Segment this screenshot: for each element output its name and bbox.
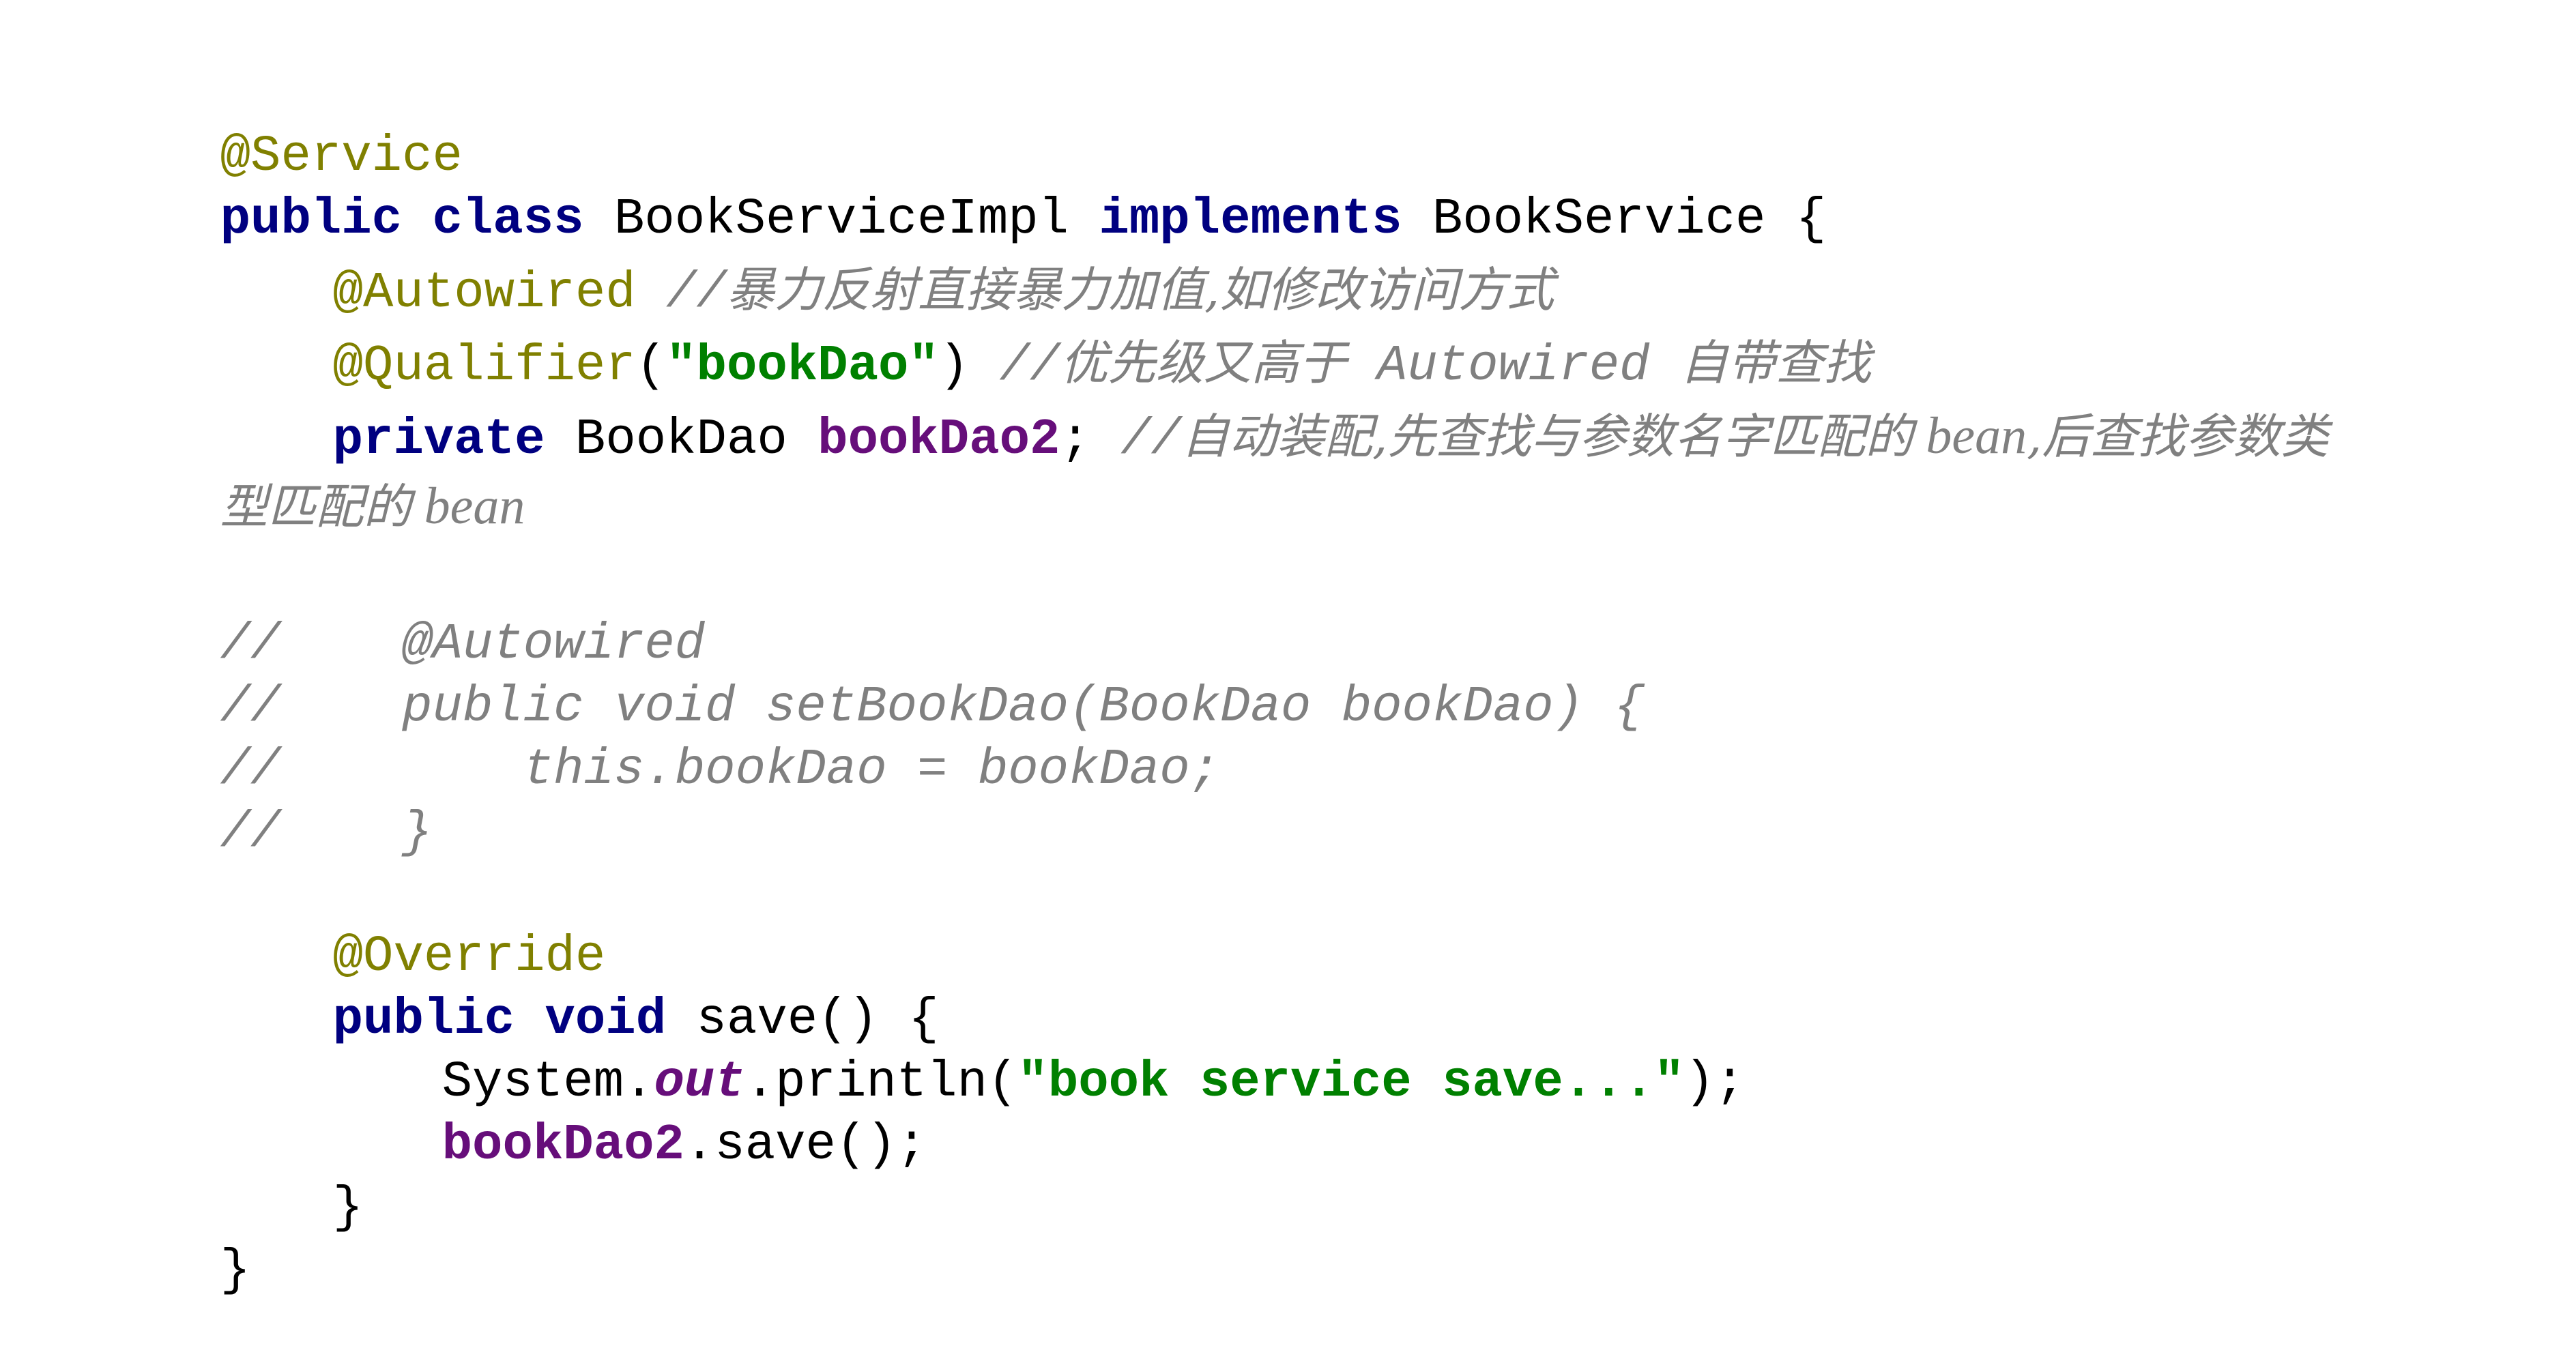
class-closing-brace: } <box>220 1242 251 1300</box>
comment-prefix: // <box>1120 411 1182 469</box>
code-line-15: System.out.println("book service save...… <box>321 991 1746 1111</box>
code-line-16: bookDao2.save(); <box>321 1053 927 1174</box>
comment-text: 自动装配,先查找与参数名字匹配的 <box>1181 409 1913 465</box>
code-line-8: // @Autowired <box>99 553 706 673</box>
code-editor[interactable]: @Service public class BookServiceImpl im… <box>0 0 2576 1300</box>
code-line-9: // public void setBookDao(BookDao bookDa… <box>99 615 1645 736</box>
save-call: .save(); <box>684 1117 927 1174</box>
code-line-3: @Autowired //暴力反射直接暴力加值,如修改访问方式 <box>212 198 1554 322</box>
statement-end: ); <box>1684 1054 1746 1111</box>
comment-text: 型匹配的 <box>220 479 411 535</box>
method-closing-brace: } <box>332 1179 364 1237</box>
code-line-10: // this.bookDao = bookDao; <box>99 678 1220 799</box>
code-line-13: @Override <box>212 865 606 986</box>
code-line-18: } <box>99 1179 250 1300</box>
code-line-14: public void save() { <box>212 928 939 1049</box>
semicolon: ; <box>1060 411 1121 469</box>
comment-word: bean <box>1913 407 2027 465</box>
code-line-2: public class BookServiceImpl implements … <box>99 128 1827 248</box>
field-type: BookDao <box>575 411 818 469</box>
field-name: bookDao2 <box>817 411 1060 469</box>
println-string: "book service save..." <box>1017 1054 1685 1111</box>
code-line-1: @Service <box>99 65 463 186</box>
code-line-5: private BookDao bookDao2; //自动装配,先查找与参数名… <box>212 344 2329 469</box>
code-line-4: @Qualifier("bookDao") //优先级又高于 Autowired… <box>212 271 1871 395</box>
field-reference: bookDao2 <box>442 1117 684 1174</box>
comment-text-2: ,后查找参数类 <box>2027 409 2329 465</box>
code-line-6: 型匹配的 bean <box>99 414 525 535</box>
code-line-17: } <box>212 1116 363 1237</box>
commented-code: // } <box>220 804 433 862</box>
comment-word: bean <box>411 478 525 535</box>
code-line-11: // } <box>99 741 433 862</box>
